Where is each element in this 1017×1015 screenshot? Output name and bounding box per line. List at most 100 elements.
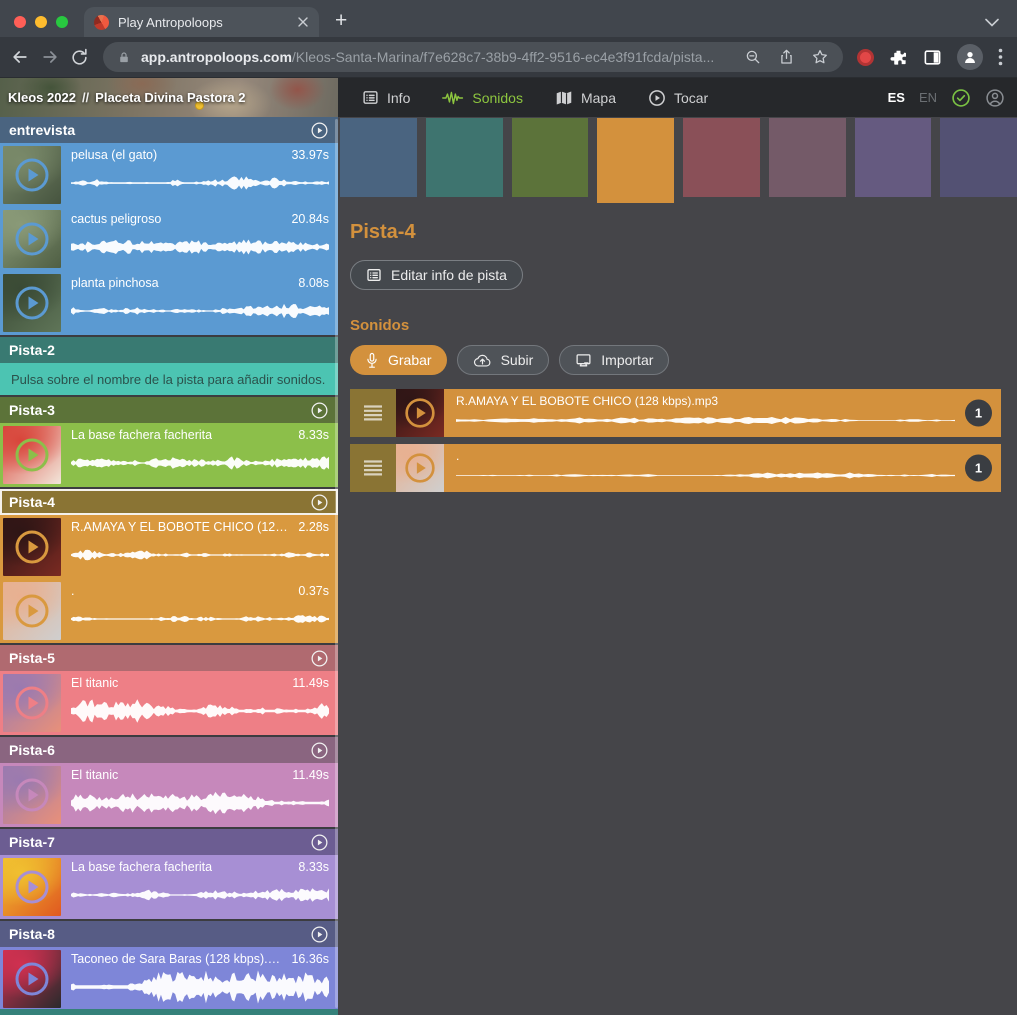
tab-tocar[interactable]: Tocar bbox=[648, 89, 708, 107]
scene-header-image[interactable]: Kleos 2022 // Placeta Divina Pastora 2 bbox=[0, 78, 338, 117]
play-overlay-icon[interactable] bbox=[396, 389, 444, 437]
minimize-window-button[interactable] bbox=[35, 16, 47, 28]
track-play-icon[interactable] bbox=[310, 401, 329, 420]
track-play-icon[interactable] bbox=[310, 493, 329, 512]
sound-item[interactable]: pelusa (el gato) 33.97s bbox=[0, 143, 338, 207]
tab-search-chevron-icon[interactable] bbox=[985, 18, 999, 27]
edit-track-info-button[interactable]: Editar info de pista bbox=[350, 260, 523, 290]
track-header[interactable]: Pista-2 bbox=[0, 337, 338, 363]
url-bar[interactable]: app.antropoloops.com/Kleos-Santa-Marina/… bbox=[103, 42, 843, 72]
zoom-out-icon[interactable] bbox=[744, 48, 762, 66]
play-overlay-icon[interactable] bbox=[3, 146, 61, 204]
track-header[interactable]: entrevista bbox=[0, 117, 338, 143]
sound-thumbnail[interactable] bbox=[3, 582, 61, 640]
drag-handle-icon[interactable] bbox=[350, 389, 396, 437]
play-overlay-icon[interactable] bbox=[3, 274, 61, 332]
track-color-swatch[interactable] bbox=[340, 118, 417, 197]
sound-thumbnail[interactable] bbox=[3, 426, 61, 484]
track-color-swatch[interactable] bbox=[597, 118, 674, 203]
play-overlay-icon[interactable] bbox=[3, 674, 61, 732]
track-play-icon[interactable] bbox=[310, 925, 329, 944]
sound-item[interactable]: La base fachera facherita 8.33s bbox=[0, 423, 338, 487]
back-icon[interactable] bbox=[10, 47, 30, 67]
play-overlay-icon[interactable] bbox=[3, 518, 61, 576]
sound-item[interactable]: El titanic 11.49s bbox=[0, 671, 338, 735]
upload-button[interactable]: Subir bbox=[457, 345, 550, 375]
browser-menu-kebab-icon[interactable] bbox=[998, 48, 1003, 66]
reload-icon[interactable] bbox=[70, 48, 89, 67]
tab-mapa[interactable]: Mapa bbox=[555, 90, 616, 106]
page-title: Pista-4 bbox=[350, 221, 1005, 244]
close-window-button[interactable] bbox=[14, 16, 26, 28]
track-header[interactable]: Pista-5 bbox=[0, 645, 338, 671]
tab-close-icon[interactable] bbox=[297, 16, 309, 28]
track-header[interactable]: Pista-4 bbox=[0, 489, 338, 515]
track-color-swatch[interactable] bbox=[855, 118, 932, 197]
sound-thumbnail[interactable] bbox=[3, 274, 61, 332]
sound-thumbnail[interactable] bbox=[3, 950, 61, 1008]
sound-item[interactable]: R.AMAYA Y EL BOBOTE CHICO (128 kbps)....… bbox=[0, 515, 338, 579]
sound-thumbnail[interactable] bbox=[3, 146, 61, 204]
play-overlay-icon[interactable] bbox=[396, 444, 444, 492]
track-header[interactable]: Pista-3 bbox=[0, 397, 338, 423]
track-play-icon[interactable] bbox=[310, 741, 329, 760]
sound-row[interactable]: . 1 bbox=[350, 444, 1001, 492]
import-button[interactable]: Importar bbox=[559, 345, 669, 375]
play-overlay-icon[interactable] bbox=[3, 950, 61, 1008]
browser-tab[interactable]: Play Antropoloops bbox=[84, 7, 319, 37]
track-color-swatch[interactable] bbox=[683, 118, 760, 197]
track-color-swatch[interactable] bbox=[769, 118, 846, 197]
new-tab-button[interactable]: + bbox=[335, 10, 347, 31]
play-overlay-icon[interactable] bbox=[3, 426, 61, 484]
sound-thumbnail[interactable] bbox=[3, 766, 61, 824]
play-overlay-icon[interactable] bbox=[3, 858, 61, 916]
track-play-icon[interactable] bbox=[310, 649, 329, 668]
sound-item[interactable]: Taconeo de Sara Baras (128 kbps).mp3 16.… bbox=[0, 947, 338, 1011]
breadcrumb-scene[interactable]: Placeta Divina Pastora 2 bbox=[95, 90, 245, 105]
browser-profile-avatar[interactable] bbox=[957, 44, 983, 70]
sound-thumbnail[interactable] bbox=[3, 210, 61, 268]
record-button[interactable]: Grabar bbox=[350, 345, 447, 375]
sound-item[interactable]: La base fachera facherita 8.33s bbox=[0, 855, 338, 919]
track-color-swatch[interactable] bbox=[940, 118, 1017, 197]
track-header[interactable]: Pista-8 bbox=[0, 921, 338, 947]
bookmark-star-icon[interactable] bbox=[811, 48, 829, 66]
lang-en-button[interactable]: EN bbox=[919, 90, 937, 105]
url-domain: app.antropoloops.com bbox=[141, 49, 292, 65]
track-play-icon[interactable] bbox=[310, 121, 329, 140]
forward-icon[interactable] bbox=[40, 47, 60, 67]
sound-duration: 0.37s bbox=[298, 584, 329, 599]
share-icon[interactable] bbox=[778, 48, 795, 66]
sound-thumbnail[interactable] bbox=[3, 518, 61, 576]
count-badge: 1 bbox=[965, 400, 992, 427]
play-overlay-icon[interactable] bbox=[3, 766, 61, 824]
play-overlay-icon[interactable] bbox=[3, 210, 61, 268]
record-indicator-icon[interactable] bbox=[857, 49, 874, 66]
tab-info[interactable]: Info bbox=[362, 89, 410, 106]
waveform bbox=[456, 465, 955, 486]
breadcrumb-project[interactable]: Kleos 2022 bbox=[8, 90, 76, 105]
track-header[interactable]: Pista-7 bbox=[0, 829, 338, 855]
sound-title: planta pinchosa bbox=[71, 276, 159, 291]
sound-item[interactable]: El titanic 11.49s bbox=[0, 763, 338, 827]
play-overlay-icon[interactable] bbox=[3, 582, 61, 640]
track-color-swatch[interactable] bbox=[512, 118, 589, 197]
track-play-icon[interactable] bbox=[310, 833, 329, 852]
sound-item[interactable]: . 0.37s bbox=[0, 579, 338, 643]
zoom-window-button[interactable] bbox=[56, 16, 68, 28]
sound-thumbnail[interactable] bbox=[3, 674, 61, 732]
sound-thumbnail[interactable] bbox=[396, 444, 444, 492]
extensions-puzzle-icon[interactable] bbox=[889, 48, 908, 67]
sound-thumbnail[interactable] bbox=[3, 858, 61, 916]
track-header[interactable]: Pista-6 bbox=[0, 737, 338, 763]
sound-thumbnail[interactable] bbox=[396, 389, 444, 437]
sound-item[interactable]: planta pinchosa 8.08s bbox=[0, 271, 338, 335]
sound-item[interactable]: cactus peligroso 20.84s bbox=[0, 207, 338, 271]
lang-es-button[interactable]: ES bbox=[888, 90, 905, 105]
sound-row[interactable]: R.AMAYA Y EL BOBOTE CHICO (128 kbps).mp3… bbox=[350, 389, 1001, 437]
tab-sonidos[interactable]: Sonidos bbox=[442, 90, 523, 106]
track-color-swatch[interactable] bbox=[426, 118, 503, 197]
side-panel-icon[interactable] bbox=[923, 48, 942, 67]
drag-handle-icon[interactable] bbox=[350, 444, 396, 492]
account-icon[interactable] bbox=[985, 88, 1005, 108]
